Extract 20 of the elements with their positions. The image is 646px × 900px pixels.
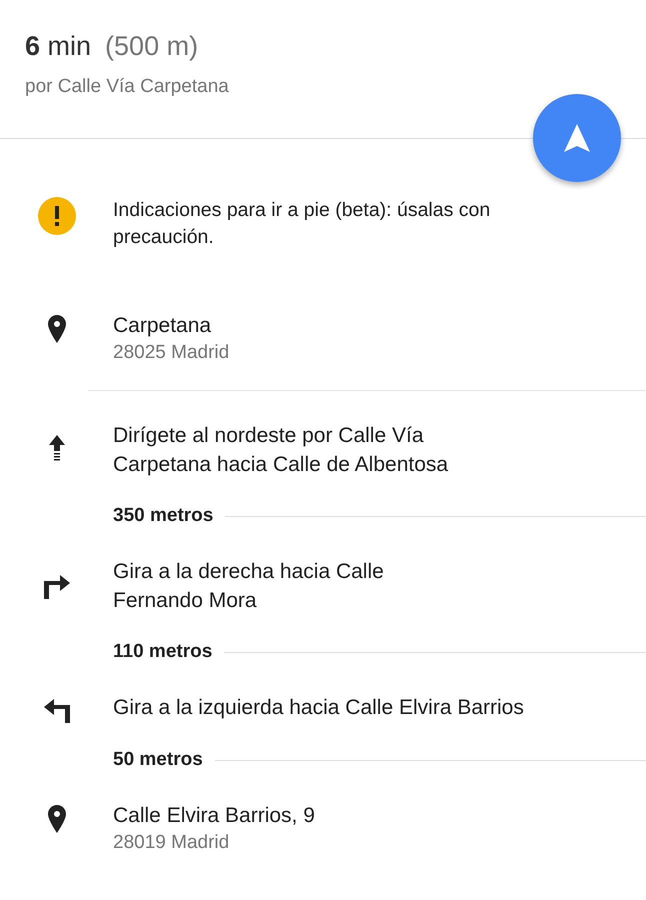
duration: 6 min	[25, 31, 92, 62]
step-distance: 110 metros	[113, 641, 212, 663]
distance: (500 m)	[105, 31, 198, 62]
map-pin-icon	[48, 315, 66, 343]
step-instruction: Gira a la izquierda hacia Calle Elvira Barrios	[113, 695, 524, 721]
warning-icon	[38, 197, 76, 235]
place-address: 28025 Madrid	[113, 341, 230, 365]
step-distance: 350 metros	[113, 505, 214, 527]
navigate-button[interactable]	[533, 94, 621, 182]
navigation-arrow-icon	[564, 124, 590, 152]
place-name: Calle Elvira Barrios, 9	[113, 803, 315, 829]
map-pin-icon	[48, 805, 66, 833]
place-name: Carpetana	[113, 313, 212, 339]
step-distance: 50 metros	[113, 749, 203, 771]
route-via: por Calle Vía Carpetana	[24, 75, 230, 98]
place-address: 28019 Madrid	[113, 831, 230, 855]
warning-message: Indicaciones para ir a pie (beta): úsalas con precaución.	[113, 198, 490, 250]
step-instruction: Dirígete al nordeste por Calle Vía Carpetana hacia Calle de Albentosa	[113, 423, 448, 478]
step-instruction: Gira a la derecha hacia Calle Fernando Mora	[113, 559, 384, 614]
arrow-up-icon	[48, 435, 66, 461]
